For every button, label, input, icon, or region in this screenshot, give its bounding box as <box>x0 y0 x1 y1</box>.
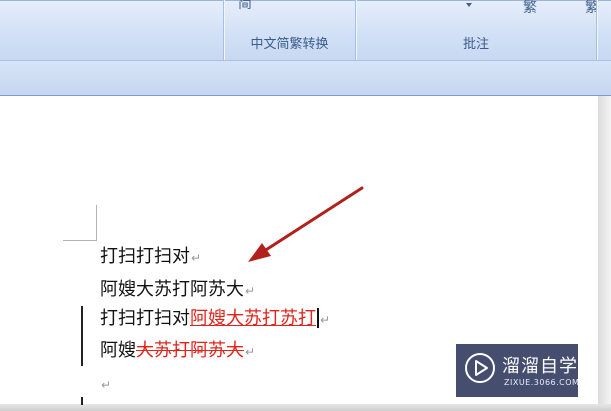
paragraph-mark-icon: ↵ <box>245 345 256 359</box>
group-chinese-conversion-label: 中文简繁转换 <box>250 37 329 52</box>
margin-corner-mark-horizontal <box>63 240 97 241</box>
deleted-revision-text: 大苏打阿苏大 <box>136 340 244 361</box>
document-line-1[interactable]: 打扫打扫对↵ <box>100 245 201 270</box>
page-shadow-bottom <box>0 404 611 411</box>
revision-change-bar-bottom <box>81 397 83 405</box>
paragraph-mark-icon: ↵ <box>191 251 202 265</box>
document-line-4[interactable]: 阿嫂大苏打阿苏大↵ <box>100 339 255 364</box>
line-text: 打扫打扫对 <box>100 308 190 329</box>
line-text: 阿嫂大苏打阿苏大 <box>100 279 244 300</box>
paragraph-mark-icon: ↵ <box>245 284 256 298</box>
page-shadow-right <box>598 96 611 411</box>
line-text: 打扫打扫对 <box>100 246 190 267</box>
inserted-revision-text: 阿嫂大苏打苏打 <box>190 308 316 329</box>
comment-button-label[interactable]: 繁 <box>523 0 537 17</box>
line-text: 阿嫂 <box>100 340 136 361</box>
word-window: 简 繁 繁 中文简繁转换 批注 打扫打扫对↵ 阿嫂大苏打阿苏大↵ 打扫打扫对阿嫂… <box>0 0 611 411</box>
document-line-3[interactable]: 打扫打扫对阿嫂大苏打苏打 ↵ <box>100 307 330 332</box>
watermark-logo: 溜溜自学 ZIXUE.3066.COM <box>456 344 580 397</box>
watermark-title: 溜溜自学 <box>502 356 578 377</box>
ribbon: 简 繁 繁 中文简繁转换 批注 <box>0 0 611 61</box>
revision-change-bar <box>81 306 83 366</box>
simplified-button-label[interactable]: 简 <box>238 0 252 13</box>
document-line-5-empty[interactable]: ↵ <box>100 372 111 397</box>
ribbon-top-line <box>0 0 611 1</box>
margin-corner-mark-vertical <box>96 205 97 241</box>
chevron-down-icon[interactable] <box>466 3 472 7</box>
text-cursor <box>317 308 319 328</box>
ruler-band <box>0 61 611 96</box>
group-comments-label: 批注 <box>462 37 489 52</box>
paragraph-mark-icon: ↵ <box>320 313 331 327</box>
watermark-subtitle: ZIXUE.3066.COM <box>504 378 580 387</box>
document-line-2[interactable]: 阿嫂大苏打阿苏大↵ <box>100 278 255 303</box>
paragraph-mark-icon: ↵ <box>101 378 112 392</box>
group-separator <box>596 0 597 60</box>
play-icon <box>465 353 495 383</box>
